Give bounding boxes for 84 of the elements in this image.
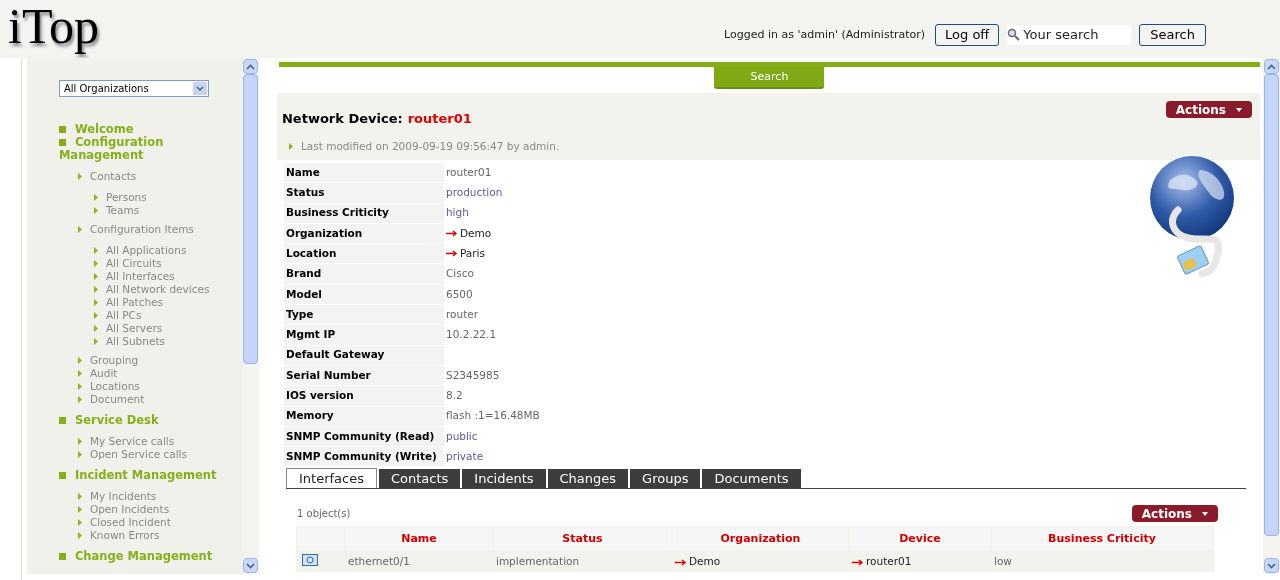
login-status: Logged in as 'admin' (Administrator) <box>724 26 926 43</box>
scroll-down-icon[interactable] <box>243 558 259 573</box>
column-header[interactable]: Device <box>849 528 990 551</box>
field-link[interactable]: Demo <box>688 554 721 571</box>
tab[interactable]: Changes <box>547 469 629 489</box>
field-label: Status <box>283 183 444 203</box>
field-link[interactable]: Paris <box>459 245 485 262</box>
tab[interactable]: Groups <box>630 469 701 489</box>
field-label: Model <box>283 284 444 305</box>
menu-heading[interactable]: Incident Management <box>58 469 217 482</box>
column-header[interactable]: Organization <box>672 528 848 551</box>
actions-button[interactable]: Actions <box>1131 505 1218 523</box>
field-label: Serial Number <box>283 365 444 386</box>
scroll-up-icon[interactable] <box>1264 59 1279 74</box>
link-arrow-icon <box>445 230 458 238</box>
actions-button[interactable]: Actions <box>1165 101 1252 118</box>
link-arrow-icon <box>851 558 864 566</box>
field-label: Brand <box>283 264 444 284</box>
logoff-button[interactable]: Log off <box>935 24 1000 46</box>
field-value: high <box>445 205 469 221</box>
column-header[interactable]: Business Criticity <box>991 528 1212 551</box>
object-class: Network Device: <box>281 110 403 128</box>
search-tab[interactable]: Search <box>714 67 825 89</box>
menu-heading[interactable]: Service Desk <box>58 414 159 427</box>
scroll-up-icon[interactable] <box>243 59 259 74</box>
field-link[interactable]: Demo <box>459 225 492 242</box>
scroll-thumb[interactable] <box>243 74 259 364</box>
field-label: Memory <box>283 406 444 426</box>
field-label: SNMP Community (Read) <box>283 426 444 447</box>
field-value: flash :1=16.48MB <box>445 408 540 424</box>
field-value: ethernet0/1 <box>347 554 410 570</box>
field-value: router01 <box>445 164 492 180</box>
caret-icon <box>1202 511 1208 516</box>
dropdown-icon <box>192 82 207 95</box>
menu-heading[interactable]: Configuration Management <box>58 136 223 162</box>
field-label: Name <box>283 163 444 183</box>
field-value: public <box>445 428 478 444</box>
app-logo[interactable]: iTop <box>8 0 99 52</box>
search-icon <box>1007 28 1022 42</box>
scrollbar[interactable] <box>242 58 260 574</box>
field-value: 10.2.22.1 <box>445 327 497 343</box>
search-button[interactable]: Search <box>1139 24 1206 46</box>
field-label: Organization <box>283 223 444 244</box>
tab[interactable]: Interfaces <box>285 468 377 489</box>
view-details-icon[interactable] <box>301 554 318 567</box>
menu-heading[interactable]: Welcome <box>58 123 134 136</box>
link-arrow-icon <box>674 558 687 566</box>
field-link[interactable]: router01 <box>865 554 912 571</box>
field-label: IOS version <box>283 386 444 406</box>
field-value: 8.2 <box>445 388 463 404</box>
field-label: Default Gateway <box>283 345 444 365</box>
object-title: router01 <box>407 110 472 128</box>
object-count: 1 object(s) <box>296 507 351 522</box>
scrollbar[interactable] <box>1263 58 1280 574</box>
tab[interactable]: Documents <box>702 469 801 489</box>
column-header[interactable]: Status <box>493 528 671 551</box>
scroll-thumb[interactable] <box>1264 74 1279 536</box>
field-label: SNMP Community (Write) <box>283 447 444 467</box>
field-label: Mgmt IP <box>283 325 444 345</box>
field-value: low <box>993 554 1012 570</box>
field-value: S2345985 <box>445 367 500 383</box>
last-modified: Last modified on 2009-09-19 09:56:47 by admin. <box>300 138 560 154</box>
field-value: Cisco <box>445 266 474 282</box>
field-value: 6500 <box>445 286 473 302</box>
organization-select[interactable]: All Organizations <box>58 80 209 97</box>
link-arrow-icon <box>445 250 458 258</box>
field-value: private <box>445 448 484 464</box>
field-label: Type <box>283 305 444 325</box>
menu-heading[interactable]: Change Management <box>58 550 213 563</box>
caret-icon <box>1236 107 1242 112</box>
field-label: Business Criticity <box>283 203 444 223</box>
bullet-triangle-icon <box>77 226 82 233</box>
scroll-down-icon[interactable] <box>1264 558 1279 573</box>
bullet-triangle-icon <box>77 173 82 180</box>
tab[interactable]: Incidents <box>462 469 546 489</box>
menu-item[interactable]: Configuration Items <box>89 221 194 238</box>
bullet-triangle-icon <box>288 142 293 150</box>
field-value: production <box>445 185 503 201</box>
menu-item[interactable]: Contacts <box>89 168 137 185</box>
column-header[interactable]: Name <box>345 528 492 551</box>
field-value: router <box>445 306 479 322</box>
field-value: implementation <box>495 554 580 570</box>
tab[interactable]: Contacts <box>378 469 461 489</box>
field-label: Location <box>283 244 444 264</box>
